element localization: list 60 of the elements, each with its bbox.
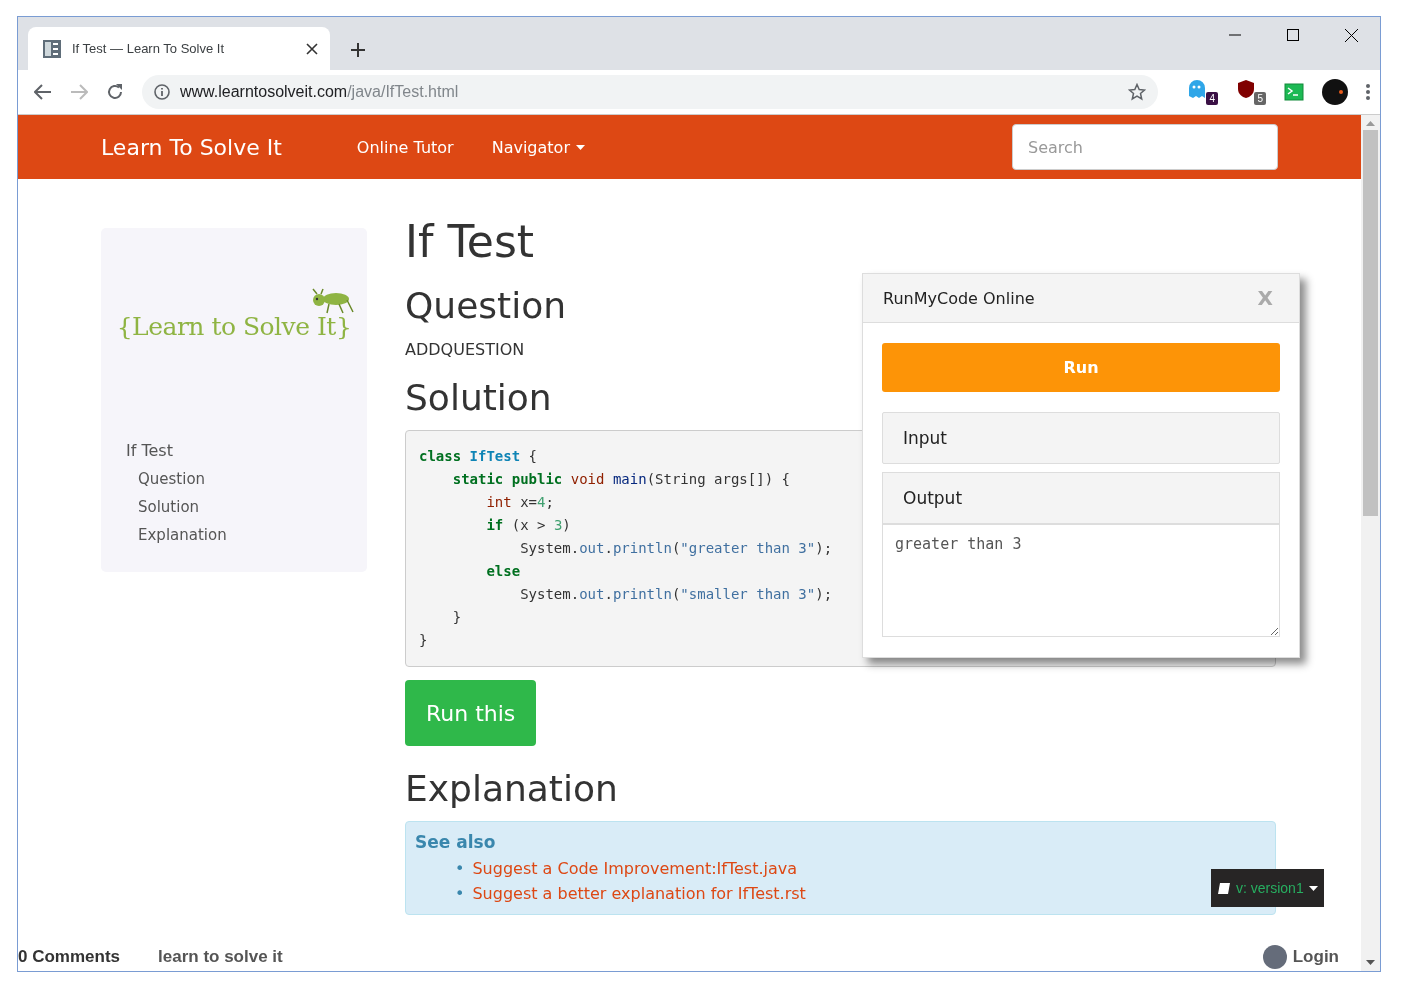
bullet: • bbox=[455, 858, 465, 880]
browser-tab[interactable]: If Test — Learn To Solve It bbox=[28, 27, 330, 70]
shield-extension-icon[interactable] bbox=[1236, 79, 1256, 99]
new-tab-icon[interactable] bbox=[350, 42, 366, 58]
site-brand[interactable]: Learn To Solve It bbox=[101, 134, 282, 160]
scroll-down-icon[interactable] bbox=[1366, 960, 1375, 965]
search-field[interactable]: Search bbox=[1012, 124, 1278, 170]
code-line: System.out.println("smaller than 3"); bbox=[519, 585, 833, 604]
grasshopper-icon bbox=[309, 288, 355, 314]
address-bar[interactable]: www.learntosolveit.com/java/IfTest.html bbox=[142, 75, 1158, 109]
star-icon[interactable] bbox=[1128, 83, 1146, 101]
site-name[interactable]: learn to solve it bbox=[158, 947, 283, 967]
toc-link[interactable]: Question bbox=[138, 470, 367, 488]
version-selector[interactable]: v: version1 bbox=[1211, 869, 1324, 907]
code-line: System.out.println("greater than 3"); bbox=[519, 539, 833, 558]
close-icon[interactable] bbox=[306, 42, 318, 55]
code-line: if (x > 3) bbox=[485, 516, 571, 535]
dialog-title: RunMyCode Online bbox=[883, 288, 1035, 308]
profile-avatar-icon[interactable] bbox=[1322, 79, 1348, 105]
code-line: class IfTest { bbox=[419, 447, 538, 466]
toc-link[interactable]: Solution bbox=[138, 498, 367, 516]
input-panel-heading[interactable]: Input bbox=[883, 413, 1279, 463]
section-heading: Solution bbox=[405, 377, 552, 418]
tab-title: If Test — Learn To Solve It bbox=[72, 41, 225, 56]
nav-link[interactable]: Navigator bbox=[491, 137, 585, 157]
page-title: If Test bbox=[405, 216, 535, 267]
caret-icon bbox=[1308, 885, 1318, 891]
bullet: • bbox=[455, 883, 465, 905]
login-link[interactable]: Login bbox=[1292, 947, 1339, 967]
url-text: www.learntosolveit.com/java/IfTest.html bbox=[180, 83, 460, 101]
terminal-icon[interactable] bbox=[1284, 83, 1304, 101]
toc-link[interactable]: Explanation bbox=[138, 526, 367, 544]
output-panel-heading: Output bbox=[902, 487, 964, 510]
output-field[interactable]: greater than 3 bbox=[883, 523, 1279, 636]
section-heading: Explanation bbox=[405, 768, 618, 809]
user-avatar-icon bbox=[1262, 945, 1287, 969]
book-icon bbox=[1217, 881, 1231, 895]
back-icon[interactable] bbox=[34, 84, 52, 100]
see-also-title: See also bbox=[415, 832, 497, 852]
toc-link[interactable]: If Test bbox=[126, 441, 367, 460]
reload-icon[interactable] bbox=[106, 83, 124, 101]
nav-link[interactable]: Online Tutor bbox=[356, 137, 454, 157]
code-line: else bbox=[485, 562, 521, 581]
comment-count: 0 Comments bbox=[18, 947, 121, 967]
code-line: } bbox=[419, 631, 428, 650]
suggestion-link[interactable]: Suggest a Code Improvement:IfTest.java bbox=[472, 856, 797, 881]
suggestion-link[interactable]: Suggest a better explanation for IfTest.rst bbox=[472, 881, 806, 906]
question-text: ADDQUESTION bbox=[405, 340, 525, 359]
code-line: static public void main(String args[]) { bbox=[451, 470, 790, 489]
code-line: int x=4; bbox=[485, 493, 554, 512]
badge-count: 4 bbox=[1206, 92, 1218, 105]
info-icon bbox=[154, 84, 170, 100]
code-line: } bbox=[451, 608, 462, 627]
badge-count: 5 bbox=[1254, 92, 1266, 105]
scrollbar[interactable] bbox=[1361, 115, 1380, 971]
page-icon bbox=[42, 38, 62, 59]
ghost-extension-icon[interactable] bbox=[1188, 79, 1206, 99]
section-heading: Question bbox=[405, 285, 566, 326]
menu-icon[interactable] bbox=[1366, 84, 1370, 100]
site-logo: {Learn to Solve It} bbox=[116, 312, 352, 341]
